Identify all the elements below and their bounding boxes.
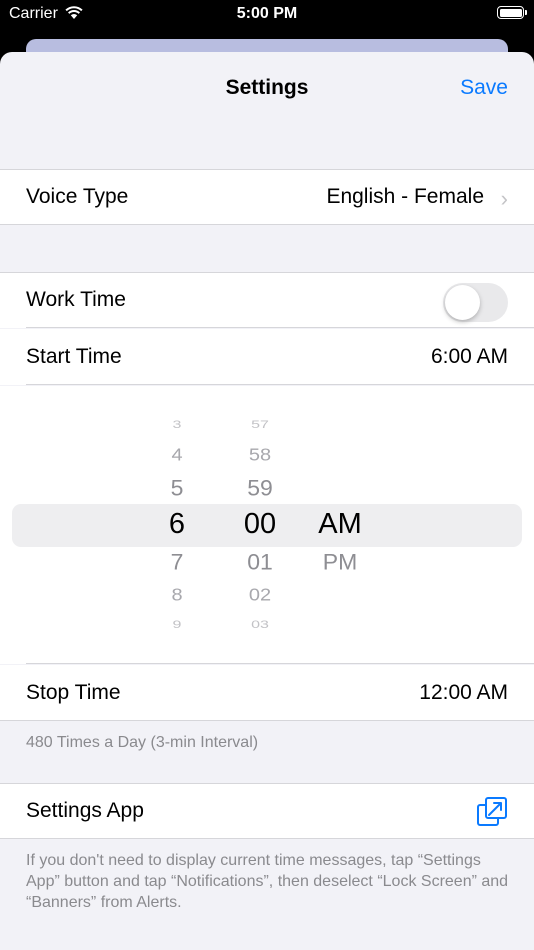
stop-time-row[interactable]: Stop Time 12:00 AM: [0, 665, 534, 721]
start-time-row[interactable]: Start Time 6:00 AM: [0, 329, 534, 385]
time-picker[interactable]: 3 4 5 6 7 8 9 57 58 59 00 01 02 03 AM PM: [0, 386, 534, 664]
chevron-right-icon: ›: [500, 186, 508, 211]
battery-icon: [497, 6, 527, 19]
save-button[interactable]: Save: [460, 76, 508, 100]
picker-minutes-option[interactable]: 59: [220, 475, 300, 501]
picker-periods-option[interactable]: AM: [300, 508, 380, 541]
picker-hours-option[interactable]: 9: [137, 619, 217, 632]
stop-time-label: Stop Time: [26, 681, 121, 704]
picker-periods-option[interactable]: PM: [300, 549, 380, 575]
page-title: Settings: [225, 76, 309, 99]
picker-hours-option[interactable]: 7: [137, 549, 217, 575]
settings-app-row[interactable]: Settings App: [0, 783, 534, 839]
interval-note: 480 Times a Day (3-min Interval): [26, 734, 259, 751]
settings-sheet: Settings Save Voice Type English - Femal…: [0, 52, 534, 950]
picker-minutes-option[interactable]: 02: [220, 585, 300, 606]
work-time-toggle[interactable]: [443, 283, 508, 322]
picker-hours-option[interactable]: 3: [137, 419, 217, 432]
work-time-row: Work Time: [0, 272, 534, 328]
work-time-label: Work Time: [26, 288, 126, 311]
navigation-bar: Settings Save: [0, 52, 534, 122]
picker-hours-option[interactable]: 4: [137, 445, 217, 466]
voice-type-label: Voice Type: [26, 185, 129, 208]
settings-app-label: Settings App: [26, 799, 144, 822]
picker-minutes-option[interactable]: 00: [220, 508, 300, 541]
start-time-label: Start Time: [26, 345, 122, 368]
picker-minutes-option[interactable]: 58: [220, 445, 300, 466]
picker-hours-option[interactable]: 8: [137, 585, 217, 606]
picker-minutes-option[interactable]: 57: [220, 419, 300, 432]
voice-type-row[interactable]: Voice Type English - Female ›: [0, 169, 534, 225]
help-note: If you don't need to display current tim…: [26, 852, 509, 911]
status-bar: Carrier 5:00 PM: [0, 0, 534, 30]
voice-type-value: English - Female: [326, 185, 484, 208]
start-time-value: 6:00 AM: [430, 345, 508, 368]
picker-hours-option[interactable]: 5: [137, 475, 217, 501]
picker-minutes-option[interactable]: 03: [220, 619, 300, 632]
external-link-icon[interactable]: [476, 796, 508, 828]
clock: 5:00 PM: [236, 5, 298, 22]
picker-hours-option[interactable]: 6: [137, 508, 217, 541]
toggle-knob: [445, 285, 480, 320]
stop-time-value: 12:00 AM: [419, 681, 508, 704]
picker-minutes-option[interactable]: 01: [220, 549, 300, 575]
